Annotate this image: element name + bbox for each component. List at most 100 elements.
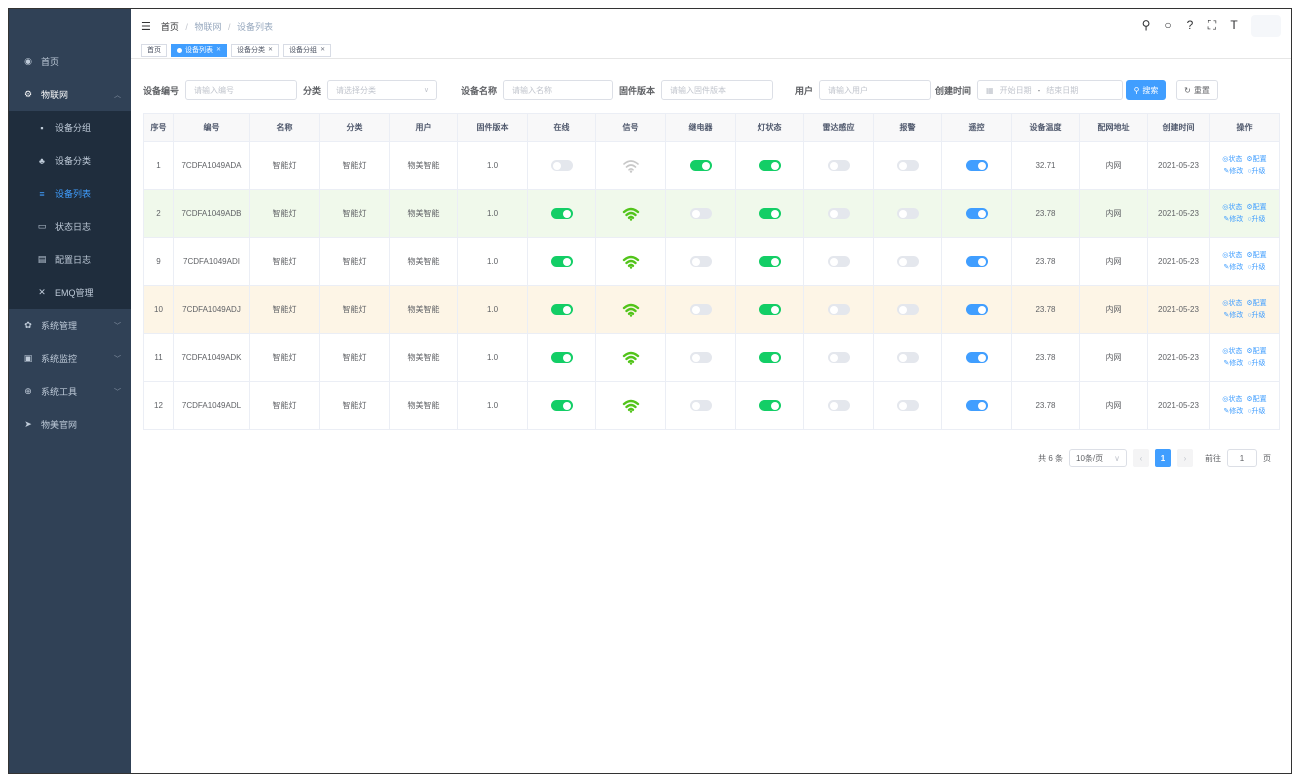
radar-switch[interactable]	[827, 400, 850, 411]
upgrade-link[interactable]: ○升级	[1247, 408, 1265, 415]
online-switch[interactable]	[550, 352, 573, 363]
relay-switch[interactable]	[689, 304, 712, 315]
online-switch[interactable]	[550, 256, 573, 267]
remote-switch[interactable]	[965, 304, 988, 315]
config-link[interactable]: ⚙配置	[1246, 204, 1266, 211]
radar-switch[interactable]	[827, 256, 850, 267]
edit-link[interactable]: ✎修改	[1223, 264, 1243, 271]
remote-switch[interactable]	[965, 352, 988, 363]
search-button[interactable]: ⚲ 搜索	[1126, 80, 1166, 100]
prev-page-button[interactable]: ‹	[1133, 449, 1149, 467]
device-no-input[interactable]: 请输入编号	[185, 80, 298, 100]
close-icon[interactable]: ✕	[320, 45, 325, 56]
edit-link[interactable]: ✎修改	[1223, 312, 1243, 319]
status-link[interactable]: ◎状态	[1222, 156, 1242, 163]
light-switch[interactable]	[758, 256, 781, 267]
status-link[interactable]: ◎状态	[1222, 204, 1242, 211]
sidebar-item-device-list[interactable]: ≡ 设备列表	[9, 177, 131, 210]
edit-link[interactable]: ✎修改	[1223, 168, 1243, 175]
light-switch[interactable]	[758, 400, 781, 411]
light-switch[interactable]	[758, 208, 781, 219]
remote-switch[interactable]	[965, 160, 988, 171]
sidebar-item-device-category[interactable]: ♣ 设备分类	[9, 144, 131, 177]
font-size-icon[interactable]: T	[1227, 18, 1241, 33]
tag-device-group[interactable]: 设备分组 ✕	[283, 44, 332, 57]
status-link[interactable]: ◎状态	[1222, 300, 1242, 307]
relay-switch[interactable]	[689, 400, 712, 411]
online-switch[interactable]	[550, 208, 573, 219]
online-switch[interactable]	[550, 304, 573, 315]
search-icon[interactable]: ⚲	[1139, 18, 1153, 33]
sidebar-item-device-group[interactable]: ▪ 设备分组	[9, 111, 131, 144]
upgrade-link[interactable]: ○升级	[1247, 216, 1265, 223]
help-icon[interactable]: ?	[1183, 18, 1197, 33]
sidebar-item-home[interactable]: ◉ 首页	[9, 45, 131, 78]
sidebar-item-status-log[interactable]: ▭ 状态日志	[9, 210, 131, 243]
edit-link[interactable]: ✎修改	[1223, 216, 1243, 223]
alarm-switch[interactable]	[896, 352, 919, 363]
sidebar-item-website[interactable]: ➤ 物美官网	[9, 408, 131, 441]
breadcrumb-home[interactable]: 首页	[161, 22, 179, 32]
tag-device-category[interactable]: 设备分类 ✕	[231, 44, 280, 57]
remote-switch[interactable]	[965, 400, 988, 411]
config-link[interactable]: ⚙配置	[1246, 396, 1266, 403]
tag-home[interactable]: 首页	[141, 44, 167, 57]
goto-page-input[interactable]: 1	[1227, 449, 1257, 467]
online-switch[interactable]	[550, 400, 573, 411]
upgrade-link[interactable]: ○升级	[1247, 312, 1265, 319]
category-select[interactable]: 请选择分类 ∨	[327, 80, 438, 100]
relay-switch[interactable]	[689, 208, 712, 219]
next-page-button[interactable]: ›	[1177, 449, 1193, 467]
remote-switch[interactable]	[965, 256, 988, 267]
user-input[interactable]: 请输入用户	[819, 80, 932, 100]
radar-switch[interactable]	[827, 208, 850, 219]
date-range-picker[interactable]: ▦ 开始日期 - 结束日期	[977, 80, 1124, 100]
hamburger-icon[interactable]: ☰	[141, 20, 151, 33]
status-link[interactable]: ◎状态	[1222, 252, 1242, 259]
close-icon[interactable]: ✕	[268, 45, 273, 56]
firmware-input[interactable]: 请输入固件版本	[661, 80, 774, 100]
light-switch[interactable]	[758, 352, 781, 363]
page-size-select[interactable]: 10条/页 ∨	[1069, 449, 1127, 467]
sidebar-item-iot[interactable]: ⚙ 物联网 ︿	[9, 78, 131, 111]
upgrade-link[interactable]: ○升级	[1247, 264, 1265, 271]
sidebar-item-config-log[interactable]: ▤ 配置日志	[9, 243, 131, 276]
sidebar-item-system[interactable]: ✿ 系统管理 ﹀	[9, 309, 131, 342]
sidebar-item-emq[interactable]: ✕ EMQ管理	[9, 276, 131, 309]
device-name-input[interactable]: 请输入名称	[503, 80, 614, 100]
alarm-switch[interactable]	[896, 208, 919, 219]
config-link[interactable]: ⚙配置	[1246, 300, 1266, 307]
sidebar-item-monitor[interactable]: ▣ 系统监控 ﹀	[9, 342, 131, 375]
tag-device-list[interactable]: 设备列表 ✕	[171, 44, 228, 57]
config-link[interactable]: ⚙配置	[1246, 348, 1266, 355]
remote-switch[interactable]	[965, 208, 988, 219]
reset-button[interactable]: ↻ 重置	[1176, 80, 1218, 100]
sidebar-item-tools[interactable]: ⊕ 系统工具 ﹀	[9, 375, 131, 408]
edit-link[interactable]: ✎修改	[1223, 360, 1243, 367]
radar-switch[interactable]	[827, 160, 850, 171]
github-icon[interactable]: ○	[1161, 18, 1175, 33]
relay-switch[interactable]	[689, 160, 712, 171]
status-link[interactable]: ◎状态	[1222, 348, 1242, 355]
online-switch[interactable]	[550, 160, 573, 171]
fullscreen-icon[interactable]: ⛶	[1205, 18, 1219, 33]
relay-switch[interactable]	[689, 352, 712, 363]
upgrade-link[interactable]: ○升级	[1247, 168, 1265, 175]
light-switch[interactable]	[758, 160, 781, 171]
config-link[interactable]: ⚙配置	[1246, 252, 1266, 259]
avatar[interactable]	[1251, 15, 1281, 37]
light-switch[interactable]	[758, 304, 781, 315]
edit-link[interactable]: ✎修改	[1223, 408, 1243, 415]
radar-switch[interactable]	[827, 304, 850, 315]
alarm-switch[interactable]	[896, 256, 919, 267]
config-link[interactable]: ⚙配置	[1246, 156, 1266, 163]
alarm-switch[interactable]	[896, 160, 919, 171]
upgrade-link[interactable]: ○升级	[1247, 360, 1265, 367]
alarm-switch[interactable]	[896, 304, 919, 315]
alarm-switch[interactable]	[896, 400, 919, 411]
status-link[interactable]: ◎状态	[1222, 396, 1242, 403]
radar-switch[interactable]	[827, 352, 850, 363]
page-number-1[interactable]: 1	[1155, 449, 1171, 467]
close-icon[interactable]: ✕	[216, 45, 221, 56]
relay-switch[interactable]	[689, 256, 712, 267]
